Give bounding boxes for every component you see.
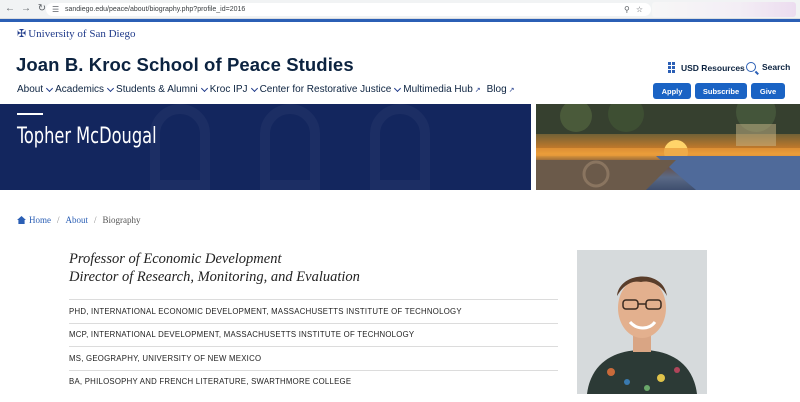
nav-item-multimedia-hub[interactable]: Multimedia Hub ↗ — [403, 84, 486, 95]
breadcrumb: Home / About / Biography — [17, 215, 141, 225]
external-link-icon: ↗ — [474, 86, 481, 94]
breadcrumb-current: Biography — [102, 215, 141, 225]
back-arrow-icon[interactable]: ← — [4, 3, 16, 15]
usd-logo[interactable]: ✠ University of San Diego — [17, 27, 136, 41]
degree-item: BA, PHILOSOPHY AND FRENCH LITERATURE, SW… — [69, 369, 558, 394]
breadcrumb-separator: / — [94, 215, 97, 225]
nav-item-label: Blog — [486, 84, 507, 95]
logo-text: University of San Diego — [28, 27, 136, 40]
chevron-down-icon — [46, 84, 54, 92]
nav-item-about[interactable]: About — [17, 84, 55, 95]
nav-item-kroc-ipj[interactable]: Kroc IPJ — [210, 84, 260, 95]
banner-arch-decoration — [370, 104, 430, 190]
zoom-icon[interactable]: ⚲ — [624, 4, 630, 15]
nav-item-label: Academics — [55, 84, 105, 95]
portrait-illustration — [577, 250, 707, 394]
nav-item-blog[interactable]: Blog ↗ — [487, 84, 521, 95]
browser-extension-area — [652, 2, 796, 17]
profile-portrait — [577, 250, 707, 394]
external-link-icon: ↗ — [508, 86, 515, 94]
nav-item-label: Multimedia Hub — [403, 84, 473, 95]
banner-arch-decoration — [150, 104, 210, 190]
campus-sunset-photo — [536, 104, 800, 190]
nav-item-label: Kroc IPJ — [209, 84, 248, 95]
grid-icon — [668, 62, 675, 73]
site-info-icon[interactable]: ☰ — [52, 5, 62, 15]
banner-rule — [17, 113, 43, 115]
subscribe-button[interactable]: Subscribe — [695, 83, 747, 99]
banner-arch-decoration — [260, 104, 320, 190]
degree-item: PHD, INTERNATIONAL ECONOMIC DEVELOPMENT,… — [69, 299, 558, 323]
degree-list: PHD, INTERNATIONAL ECONOMIC DEVELOPMENT,… — [69, 299, 558, 393]
nav-item-label: Center for Restorative Justice — [259, 84, 392, 95]
search-label: Search — [762, 62, 791, 72]
profile-name: Topher McDougal — [17, 124, 157, 149]
profile-role: Professor of Economic Development — [69, 251, 282, 267]
search-icon — [746, 62, 756, 72]
url-text: sandiego.edu/peace/about/biography.php?p… — [65, 6, 246, 13]
address-bar[interactable]: ☰ sandiego.edu/peace/about/biography.php… — [46, 3, 651, 16]
search-link[interactable]: Search — [746, 62, 790, 72]
usd-resources-label: USD Resources — [681, 62, 745, 73]
forward-arrow-icon[interactable]: → — [20, 3, 32, 15]
campus-sunset-illustration — [536, 104, 800, 190]
breadcrumb-about[interactable]: About — [66, 215, 89, 225]
breadcrumb-separator: / — [57, 215, 60, 225]
site-title[interactable]: Joan B. Kroc School of Peace Studies — [16, 54, 354, 76]
nav-item-restorative-justice[interactable]: Center for Restorative Justice — [260, 84, 404, 95]
profile-role: Director of Research, Monitoring, and Ev… — [69, 269, 360, 285]
chevron-down-icon — [200, 84, 208, 92]
nav-item-label: Students & Alumni — [116, 84, 198, 95]
degree-item: MS, GEOGRAPHY, UNIVERSITY OF NEW MEXICO — [69, 346, 558, 370]
nav-item-label: About — [17, 84, 44, 95]
main-nav: About Academics Students & Alumni Kroc I… — [17, 84, 521, 95]
chevron-down-icon — [394, 84, 402, 92]
breadcrumb-home[interactable]: Home — [29, 215, 51, 225]
chevron-down-icon — [250, 84, 258, 92]
crest-icon: ✠ — [17, 28, 27, 40]
usd-resources-link[interactable]: USD Resources — [668, 62, 745, 73]
give-button[interactable]: Give — [751, 83, 785, 99]
home-icon[interactable] — [17, 216, 26, 224]
apply-button[interactable]: Apply — [653, 83, 691, 99]
top-accent-bar — [0, 19, 800, 22]
bookmark-star-icon[interactable]: ☆ — [636, 4, 643, 15]
chevron-down-icon — [107, 84, 115, 92]
nav-item-students-alumni[interactable]: Students & Alumni — [116, 84, 210, 95]
nav-item-academics[interactable]: Academics — [55, 84, 116, 95]
degree-item: MCP, INTERNATIONAL DEVELOPMENT, MASSACHU… — [69, 322, 558, 347]
